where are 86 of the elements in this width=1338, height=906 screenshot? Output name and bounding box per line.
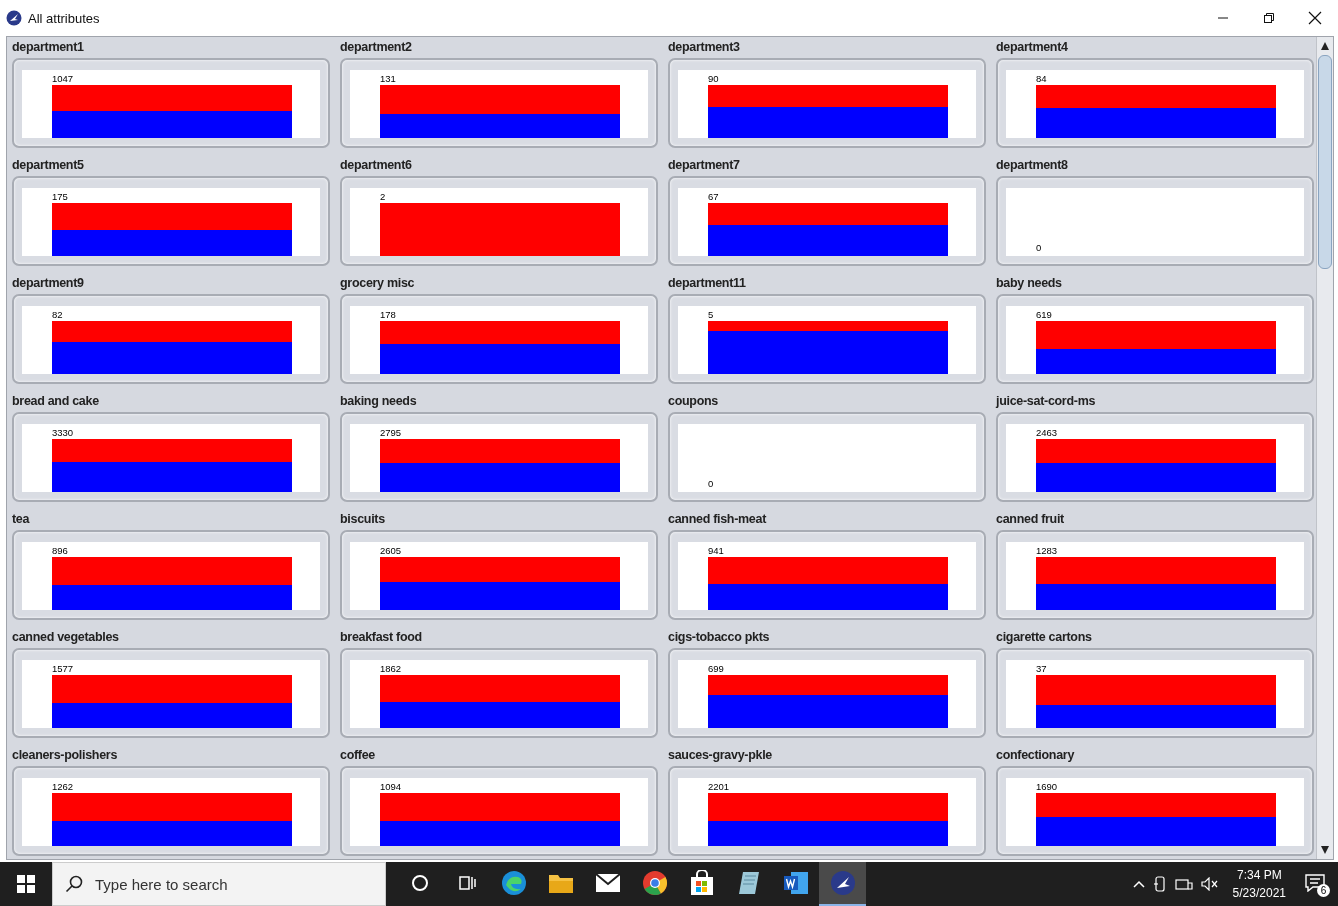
window-title: All attributes [28, 10, 101, 26]
circle-icon [410, 874, 429, 892]
attribute-name: department4 [996, 39, 1069, 56]
notification-count: 6 [1317, 884, 1330, 897]
attribute-name: department8 [996, 157, 1069, 174]
attribute-name: coupons [668, 393, 719, 410]
app-logo-icon [6, 10, 22, 26]
count-label: 1283 [1036, 546, 1058, 556]
scroll-down-icon[interactable] [1320, 845, 1330, 855]
attribute-name: cigs-tobacco pkts [668, 629, 771, 646]
restore-icon [1263, 12, 1275, 24]
speech-bubble-icon [1305, 873, 1325, 892]
count-label: 896 [52, 546, 68, 556]
attribute-name: canned vegetables [12, 629, 120, 646]
close-icon [1308, 11, 1322, 25]
network-icon[interactable] [1174, 877, 1193, 891]
attribute-name: breakfast food [340, 629, 423, 646]
count-label: 0 [1036, 243, 1042, 253]
attribute-name: sauces-gravy-pkle [668, 747, 773, 764]
search-field[interactable]: Type here to search [93, 874, 367, 894]
count-label: 131 [380, 74, 396, 84]
attribute-name: department6 [340, 157, 413, 174]
chrome-icon [641, 870, 668, 896]
count-label: 2463 [1036, 428, 1058, 438]
attribute-name: biscuits [340, 511, 386, 528]
attribute-name: juice-sat-cord-ms [996, 393, 1097, 410]
attribute-name: department9 [12, 275, 85, 292]
attribute-name: department11 [668, 275, 747, 292]
count-label: 67 [708, 192, 719, 202]
count-label: 1094 [380, 782, 402, 792]
search-box[interactable]: Type here to search [52, 862, 386, 906]
speaker-muted-icon[interactable] [1200, 877, 1219, 891]
windows-logo-icon [17, 875, 35, 893]
bird-logo-icon [829, 870, 856, 896]
count-label: 175 [52, 192, 68, 202]
count-label: 1690 [1036, 782, 1058, 792]
envelope-icon [594, 873, 621, 893]
attribute-name: bread and cake [12, 393, 100, 410]
task-view-icon [457, 874, 476, 892]
count-label: 178 [380, 310, 396, 320]
count-label: 2605 [380, 546, 402, 556]
chevron-up-icon[interactable] [1132, 880, 1145, 888]
scroll-up-icon[interactable] [1320, 41, 1330, 51]
attribute-name: canned fish-meat [668, 511, 768, 528]
attribute-name: department5 [12, 157, 85, 174]
count-label: 5 [708, 310, 714, 320]
count-label: 0 [708, 479, 714, 489]
attribute-name: coffee [340, 747, 377, 764]
scroll-thumb[interactable] [1318, 55, 1332, 269]
attribute-name: cigarette cartons [996, 629, 1093, 646]
attribute-name: canned fruit [996, 511, 1065, 528]
count-label: 699 [708, 664, 724, 674]
count-label: 1047 [52, 74, 74, 84]
device-icon[interactable] [1152, 876, 1167, 892]
count-label: 1577 [52, 664, 74, 674]
attribute-name: confectionary [996, 747, 1076, 764]
notifications-button[interactable]: 6 [1300, 869, 1330, 899]
count-label: 619 [1036, 310, 1052, 320]
browser-icon [500, 870, 527, 896]
count-label: 3330 [52, 428, 74, 438]
count-label: 1862 [380, 664, 402, 674]
count-label: 84 [1036, 74, 1047, 84]
word-icon [782, 871, 809, 895]
attribute-name: tea [12, 511, 31, 528]
clock[interactable]: 7:34 PM 5/23/2021 [1232, 866, 1286, 902]
count-label: 2 [380, 192, 386, 202]
count-label: 941 [708, 546, 724, 556]
scrollbar[interactable] [1316, 37, 1333, 859]
attribute-name: baby needs [996, 275, 1063, 292]
count-label: 2795 [380, 428, 402, 438]
shopping-bag-icon [689, 870, 714, 896]
count-label: 2201 [708, 782, 730, 792]
attribute-name: cleaners-polishers [12, 747, 119, 764]
attribute-name: department1 [12, 39, 85, 56]
attribute-name: department2 [340, 39, 413, 56]
notepad-icon [736, 870, 761, 896]
count-label: 90 [708, 74, 719, 84]
attribute-name: department7 [668, 157, 741, 174]
attribute-name: grocery misc [340, 275, 416, 292]
folder-icon [547, 872, 574, 894]
attribute-name: department3 [668, 39, 741, 56]
attribute-name: baking needs [340, 393, 418, 410]
count-label: 37 [1036, 664, 1047, 674]
search-icon [65, 875, 83, 893]
count-label: 82 [52, 310, 63, 320]
count-label: 1262 [52, 782, 74, 792]
